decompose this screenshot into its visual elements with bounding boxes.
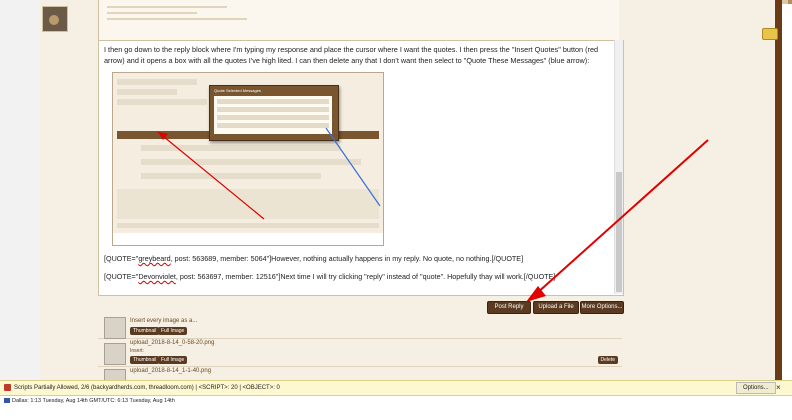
attachment-thumbnail[interactable] <box>104 317 126 339</box>
dialog-title: Quote Selected Messages <box>214 88 261 93</box>
attachment-link[interactable]: Insert every image as a... <box>130 318 197 324</box>
clock-text: Dallas: 1:13 Tuesday, Aug 14th GMT/UTC: … <box>12 398 175 404</box>
notification-text: Scripts Partially Allowed, 2/6 (backyard… <box>14 385 280 391</box>
noscript-icon <box>4 384 11 391</box>
noscript-notification-bar: Scripts Partially Allowed, 2/6 (backyard… <box>0 380 792 396</box>
flag-icon <box>4 398 10 403</box>
left-background <box>0 0 40 380</box>
scrollbar-thumb[interactable] <box>616 172 622 292</box>
post-intro-text: I then go down to the reply block where … <box>104 45 599 65</box>
quote-dialog-thumbnail: Quote Selected Messages <box>209 85 339 141</box>
attachment-link[interactable]: upload_2018-8-14_1-1-40.png <box>130 368 211 374</box>
insert-label: Insert: <box>130 348 144 354</box>
post-reply-button[interactable]: Post Reply <box>487 301 531 314</box>
thumbnail-button[interactable]: Thumbnail <box>130 327 160 335</box>
upload-file-button[interactable]: Upload a File <box>533 301 579 314</box>
status-bar: Dallas: 1:13 Tuesday, Aug 14th GMT/UTC: … <box>0 396 792 420</box>
options-button[interactable]: Options... <box>736 382 776 394</box>
attachment-row: upload_2018-8-14_0-58-20.png Insert: Thu… <box>98 340 622 367</box>
screenshot-caption <box>113 233 383 245</box>
attachment-row: Insert every image as a... Thumbnail Ful… <box>98 316 622 339</box>
right-pane <box>625 0 775 380</box>
thumbnail-button[interactable]: Thumbnail <box>130 356 160 364</box>
full-image-button[interactable]: Full Image <box>158 327 188 335</box>
avatar[interactable] <box>42 6 68 32</box>
more-options-button[interactable]: More Options... <box>580 301 624 314</box>
full-image-button[interactable]: Full Image <box>158 356 188 364</box>
attachment-thumbnail[interactable] <box>104 343 126 365</box>
delete-button[interactable]: Delete <box>597 356 618 364</box>
embedded-screenshot: Quote Selected Messages <box>112 72 384 246</box>
close-icon[interactable]: × <box>776 381 781 395</box>
quote-devonviolet: [QUOTE="Devonviolet, post: 563697, membe… <box>104 272 556 281</box>
previous-post-area <box>98 0 619 40</box>
editor-scrollbar[interactable] <box>614 40 623 294</box>
attachment-link[interactable]: upload_2018-8-14_0-58-20.png <box>130 340 214 346</box>
quote-greybeard: [QUOTE="greybeard, post: 563689, member:… <box>104 254 524 263</box>
folder-icon[interactable] <box>762 28 778 40</box>
